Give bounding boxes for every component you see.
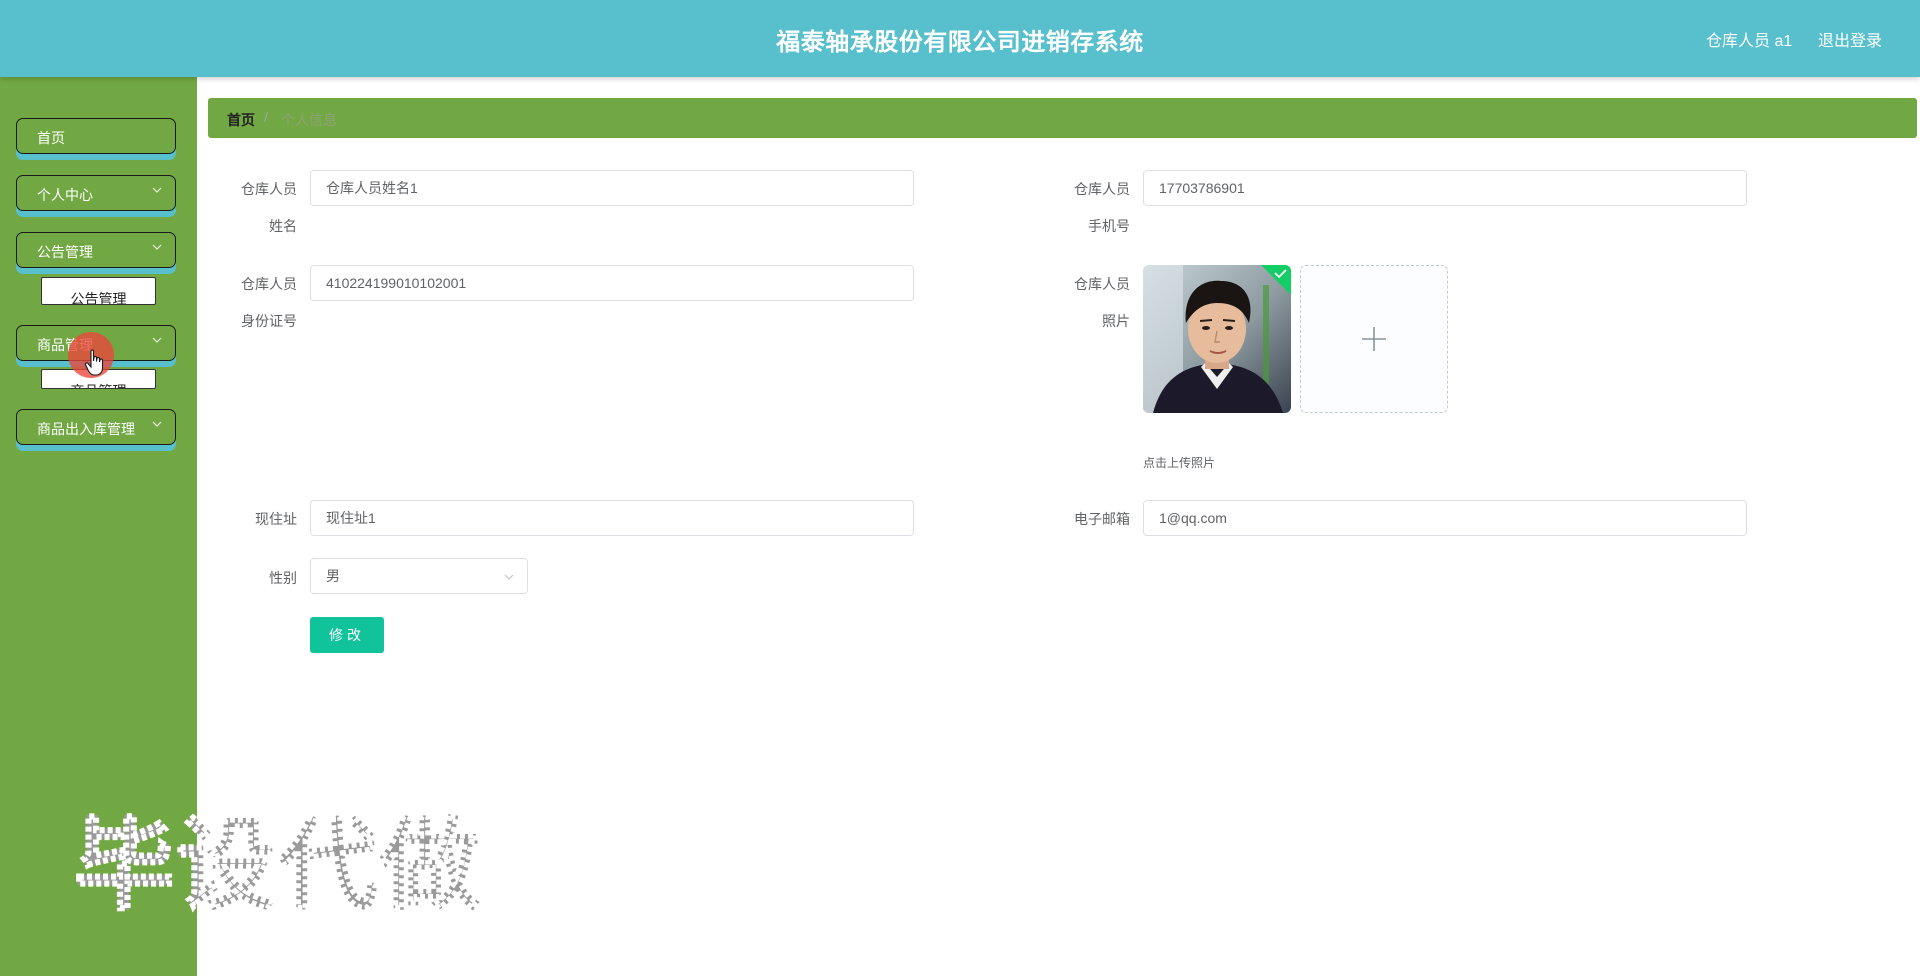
chevron-down-icon: [152, 244, 162, 250]
profile-photo-image: [1143, 265, 1291, 413]
sidebar-item-goods-stock-management[interactable]: 商品出入库管理: [16, 409, 176, 445]
name-input[interactable]: 仓库人员姓名1: [310, 170, 914, 206]
chevron-down-icon: [152, 337, 162, 343]
gender-select-value: 男: [326, 568, 340, 584]
submenu-item-notice-management[interactable]: 公告管理: [41, 277, 156, 305]
upload-tip: 点击上传照片: [1143, 456, 1216, 470]
current-user: 仓库人员 a1: [1706, 33, 1793, 50]
name-label-line2: 姓名: [269, 218, 297, 234]
sidebar-item-label: 个人中心: [37, 187, 93, 203]
breadcrumb-current: 个人信息: [281, 112, 337, 128]
breadcrumb-home-link[interactable]: 首页: [227, 110, 255, 130]
submit-button[interactable]: 修改: [310, 617, 384, 653]
chevron-down-icon: [152, 421, 162, 427]
submenu-item-label: 公告管理: [70, 291, 127, 305]
email-input[interactable]: 1@qq.com: [1143, 500, 1747, 536]
phone-label-line2: 手机号: [1088, 218, 1130, 234]
sidebar-item-notice-management[interactable]: 公告管理: [16, 232, 176, 268]
hand-cursor-icon: [84, 349, 104, 376]
sidebar-item-label: 首页: [37, 130, 65, 146]
watermark: 毕设代做: [73, 806, 482, 921]
phone-label: 仓库人员: [1074, 181, 1130, 197]
photo-label-line2: 照片: [1102, 313, 1130, 329]
name-label: 仓库人员: [241, 181, 297, 197]
chevron-down-icon: [504, 574, 514, 580]
chevron-down-icon: [152, 187, 162, 193]
address-input[interactable]: 现住址1: [310, 500, 914, 536]
email-label: 电子邮箱: [1074, 511, 1130, 527]
idcard-label: 仓库人员: [241, 276, 297, 292]
idcard-input[interactable]: 410224199010102001: [310, 265, 914, 301]
breadcrumb-separator: /: [264, 109, 268, 125]
idcard-label-line2: 身份证号: [241, 313, 297, 329]
phone-input[interactable]: 17703786901: [1143, 170, 1747, 206]
top-header: 福泰轴承股份有限公司进销存系统 仓库人员 a1 退出登录: [0, 0, 1920, 77]
sidebar-item-home[interactable]: 首页: [16, 118, 176, 154]
address-label: 现住址: [255, 511, 297, 527]
photo-label: 仓库人员: [1074, 276, 1130, 292]
svg-text:毕设代做: 毕设代做: [74, 807, 482, 920]
plus-icon: [1362, 327, 1386, 351]
profile-photo[interactable]: [1143, 265, 1291, 413]
gender-label: 性别: [269, 570, 297, 586]
sidebar-item-label: 商品出入库管理: [37, 421, 135, 437]
sidebar-item-label: 公告管理: [37, 244, 93, 260]
logout-link[interactable]: 退出登录: [1818, 27, 1882, 51]
submenu-item-label: 商品管理: [42, 381, 155, 388]
app-title: 福泰轴承股份有限公司进销存系统: [776, 29, 1144, 56]
sidebar-item-personal-center[interactable]: 个人中心: [16, 175, 176, 211]
gender-select[interactable]: 男: [310, 558, 528, 594]
photo-upload-button[interactable]: [1300, 265, 1448, 413]
breadcrumb: 首页 / 个人信息: [208, 98, 1917, 138]
